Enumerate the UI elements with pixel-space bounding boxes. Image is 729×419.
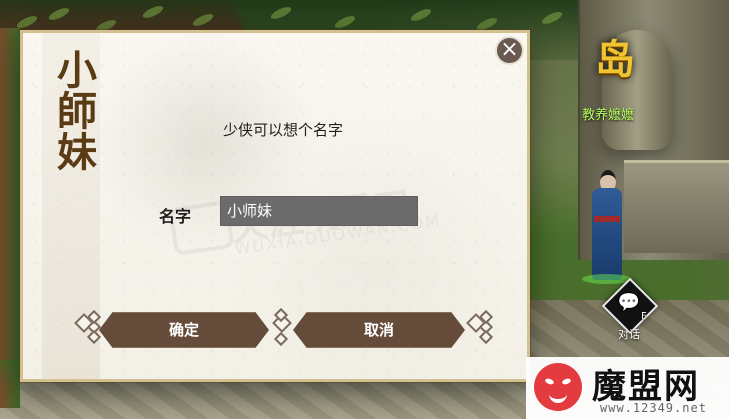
- name-input[interactable]: 小师妹: [220, 196, 418, 226]
- logo-eye-left: [544, 377, 555, 386]
- ornament-diamond: [478, 329, 494, 345]
- grass-left: [0, 28, 20, 408]
- talk-hotkey: F: [641, 311, 647, 322]
- site-logo: 魔盟网 www.12349.net: [526, 357, 729, 419]
- npc-belt: [594, 216, 620, 222]
- talk-label: 对话: [618, 328, 640, 341]
- logo-eye-right: [561, 377, 572, 386]
- npc-character[interactable]: [582, 170, 632, 290]
- ornament-diamond: [273, 331, 289, 347]
- name-prompt: 少侠可以想个名字: [223, 121, 344, 139]
- stone-pedestal: [624, 160, 729, 253]
- name-label: 名字: [159, 207, 192, 226]
- close-icon[interactable]: ×: [495, 36, 524, 65]
- npc-body: [592, 188, 622, 280]
- confirm-button[interactable]: 确定: [99, 312, 269, 348]
- confirm-label: 确定: [168, 321, 199, 339]
- cancel-label: 取消: [363, 321, 394, 339]
- logo-url: www.12349.net: [600, 401, 707, 415]
- cancel-button[interactable]: 取消: [293, 312, 465, 348]
- logo-mouth: [549, 391, 567, 403]
- naming-dialog: 天涯明月刀 WUXIA.DUOWAN.COM 小師妹 少侠可以想个名字 名字 小…: [20, 30, 530, 382]
- npc-title: 岛: [595, 36, 635, 83]
- side-title: 小師妹: [50, 49, 97, 172]
- chat-bubble-icon: 💬: [617, 292, 641, 313]
- devil-face-icon: [534, 363, 582, 411]
- npc-name: 教养嬷嬷: [581, 108, 634, 123]
